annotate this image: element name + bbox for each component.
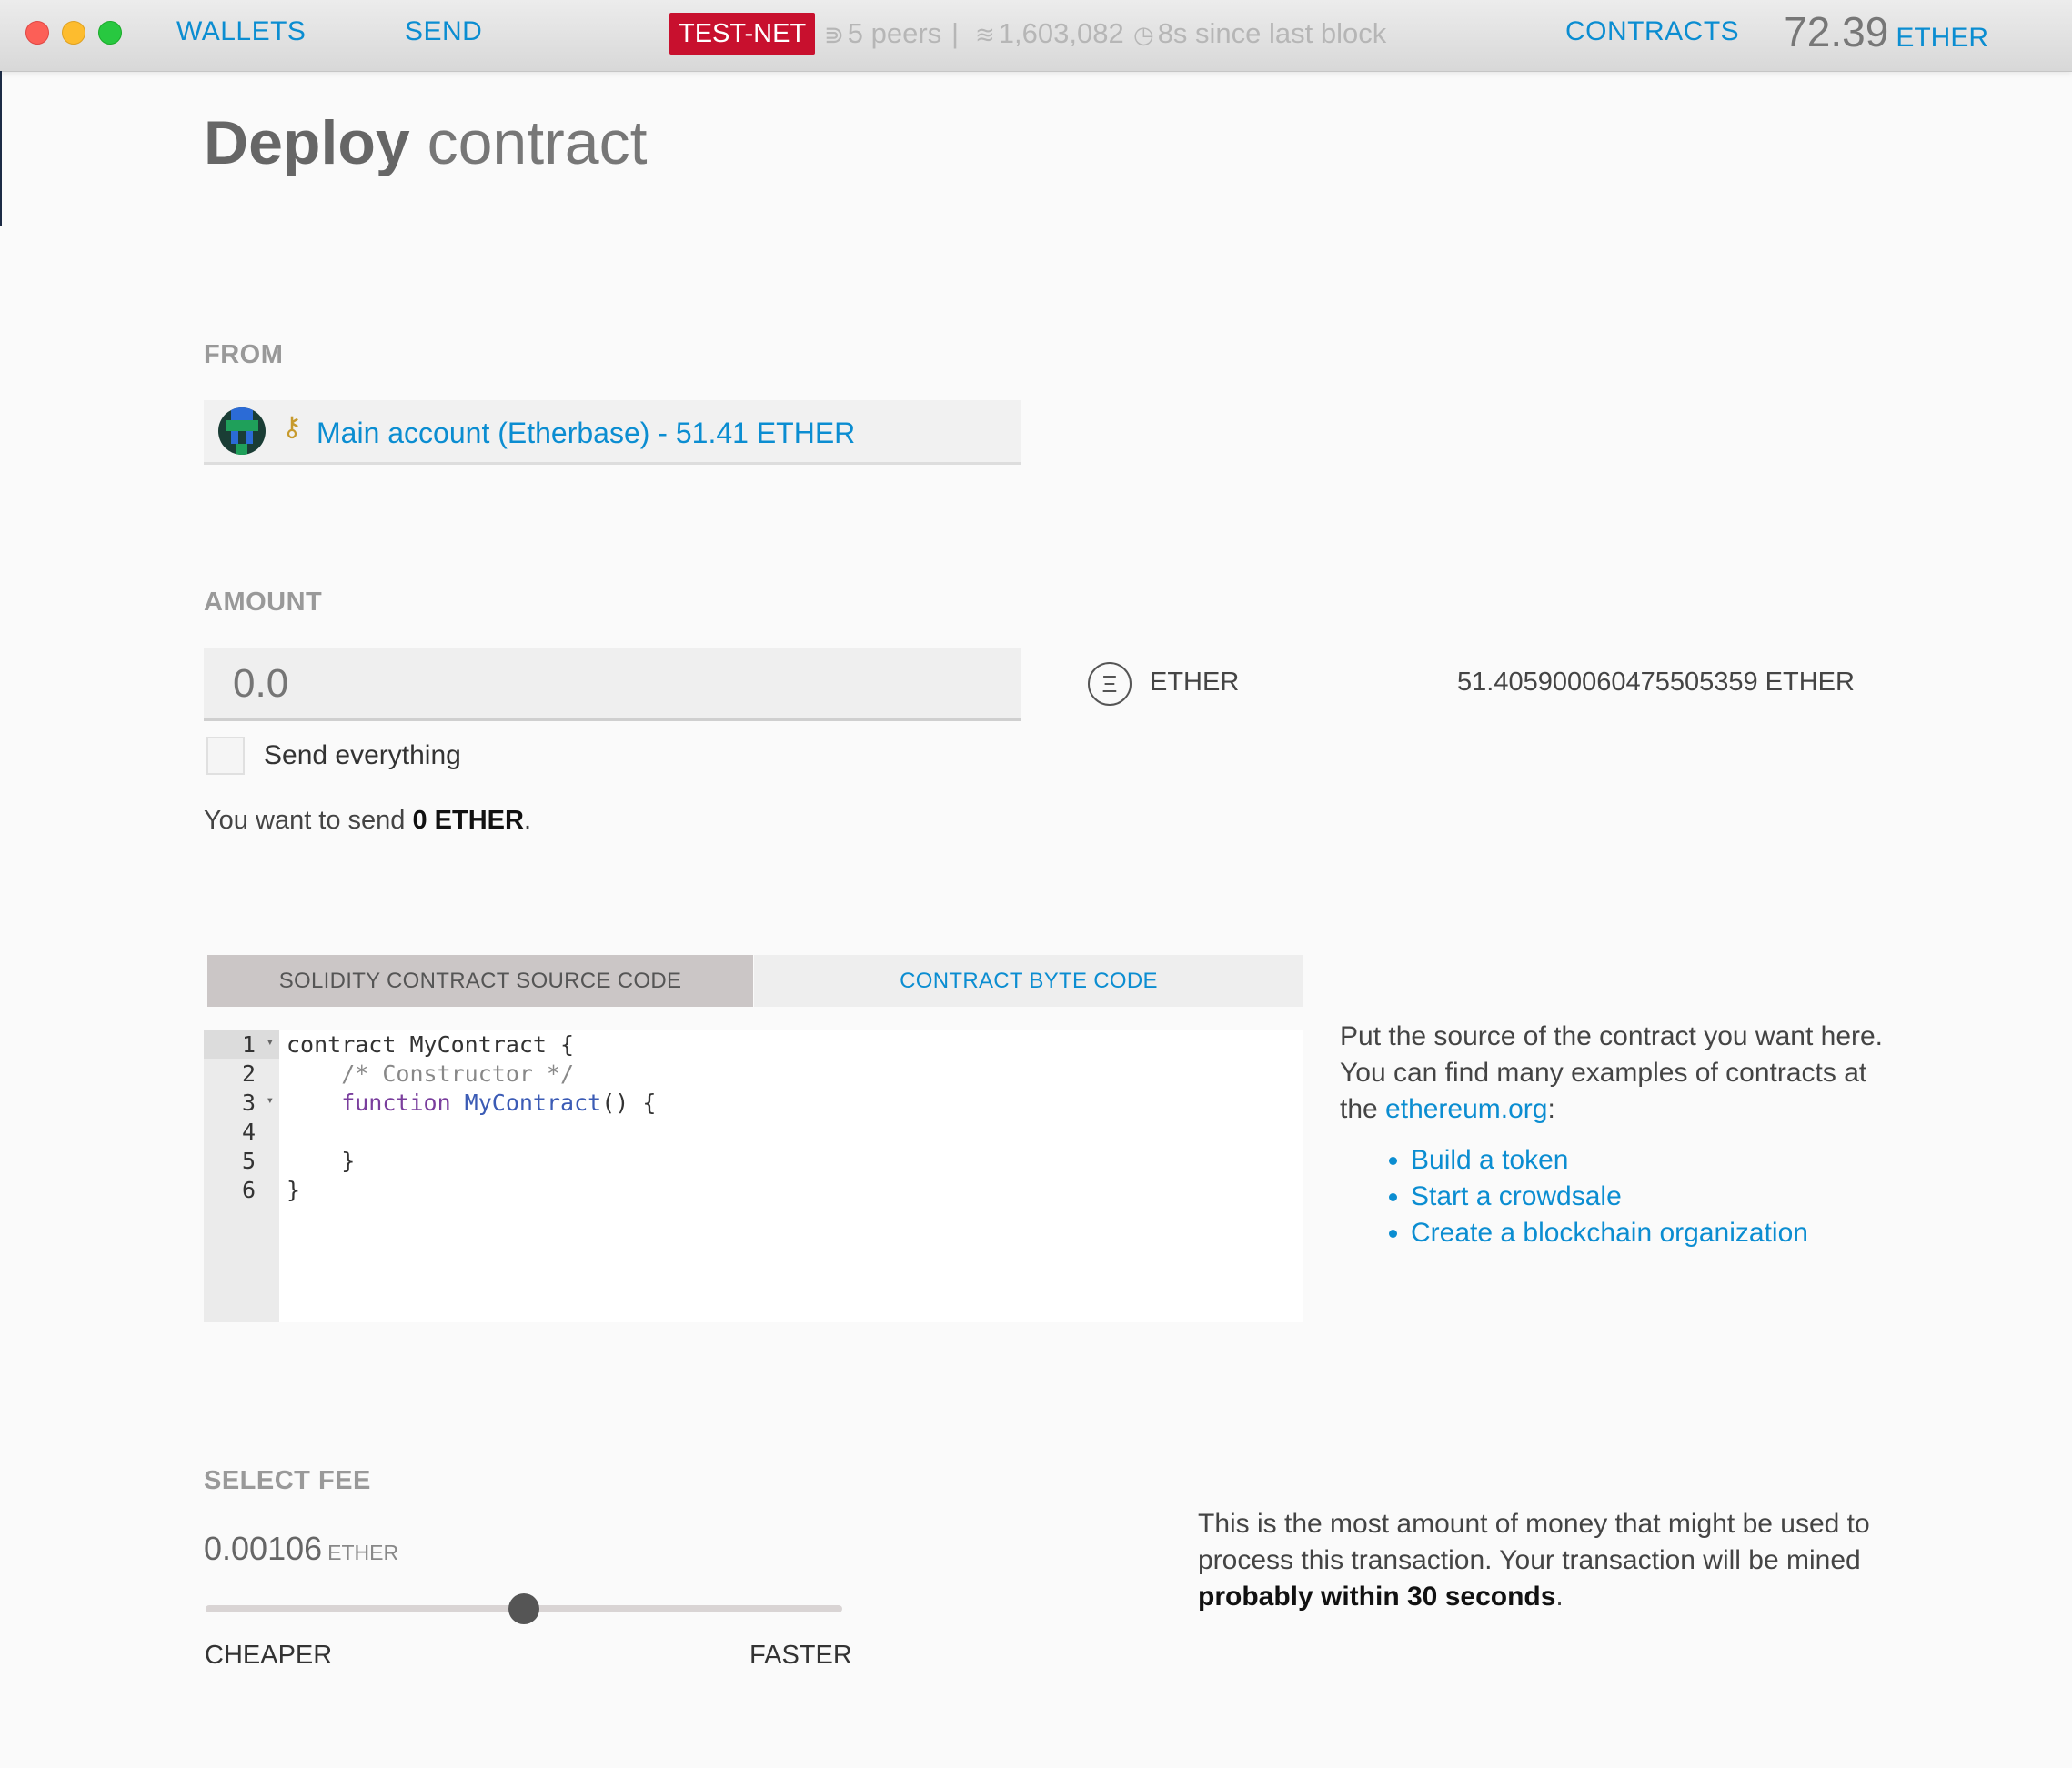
example-link-build-token[interactable]: Build a token	[1411, 1142, 1886, 1179]
fee-value: 0.00106	[204, 1530, 323, 1567]
peers-count: 5 peers	[847, 17, 942, 49]
nav-contracts[interactable]: CONTRACTS	[1565, 16, 1739, 47]
code-line[interactable]: }	[287, 1148, 355, 1177]
cheaper-label: CHEAPER	[205, 1641, 333, 1670]
mining-estimate: probably within 30 seconds	[1198, 1582, 1556, 1612]
example-list: Build a token Start a crowdsale Create a…	[1340, 1142, 1886, 1251]
from-label: FROM	[204, 340, 284, 369]
status-separator: |	[951, 17, 960, 49]
send-everything-label[interactable]: Send everything	[264, 740, 461, 771]
close-window-button[interactable]	[25, 21, 49, 45]
ether-currency-icon[interactable]: Ξ	[1088, 662, 1132, 706]
window-edge	[0, 71, 2, 226]
contract-help: Put the source of the contract you want …	[1340, 1019, 1886, 1251]
fold-arrow-icon[interactable]: ▾	[267, 1093, 274, 1108]
signal-icon: ⋑	[824, 21, 844, 48]
page-title-rest: contract	[409, 108, 648, 177]
currency-label[interactable]: ETHER	[1150, 668, 1239, 698]
block-number: 1,603,082	[998, 17, 1124, 49]
nav-wallets[interactable]: WALLETS	[176, 16, 306, 47]
minimize-window-button[interactable]	[62, 21, 85, 45]
editor-gutter: 1 ▾ 2 3 ▾ 4 5 6	[204, 1030, 279, 1322]
tab-solidity-source[interactable]: SOLIDITY CONTRACT SOURCE CODE	[207, 955, 753, 1007]
balance-unit: ETHER	[1896, 23, 1988, 53]
line-number: 5	[241, 1148, 256, 1174]
available-balance: 51.405900060475505359 ETHER	[1457, 668, 1855, 697]
example-link-organization[interactable]: Create a blockchain organization	[1411, 1215, 1886, 1251]
fee-unit: ETHER	[327, 1541, 399, 1564]
line-number: 1 ▾	[204, 1030, 279, 1059]
page-title-bold: Deploy	[204, 108, 410, 177]
line-number: 6	[241, 1177, 256, 1203]
code-line[interactable]: /* Constructor */	[287, 1060, 574, 1090]
example-link-crowdsale[interactable]: Start a crowdsale	[1411, 1179, 1886, 1215]
send-summary-value: 0 ETHER	[412, 806, 524, 835]
fee-amount: 0.00106 ETHER	[204, 1530, 398, 1568]
send-summary-prefix: You want to send	[204, 806, 413, 835]
clock-icon: ◷	[1133, 21, 1154, 48]
tab-byte-code[interactable]: CONTRACT BYTE CODE	[754, 955, 1303, 1007]
from-account-name: Main account (Etherbase) - 51.41 ETHER	[317, 417, 856, 449]
send-everything-checkbox[interactable]	[206, 737, 245, 775]
zoom-window-button[interactable]	[98, 21, 122, 45]
code-line[interactable]: }	[287, 1177, 300, 1206]
last-block-status: ◷ 8s since last block	[1133, 17, 1386, 50]
title-bar: WALLETS SEND TEST-NET ⋑ 5 peers | ≋ 1,603,…	[0, 0, 2072, 72]
send-summary: You want to send 0 ETHER.	[204, 806, 531, 836]
ethereum-org-link[interactable]: ethereum.org	[1385, 1094, 1547, 1124]
amount-input[interactable]	[231, 660, 981, 708]
network-badge: TEST-NET	[669, 13, 816, 55]
account-identicon	[218, 407, 266, 455]
fold-arrow-icon[interactable]: ▾	[267, 1035, 274, 1050]
last-block-time: 8s since last block	[1157, 17, 1387, 49]
code-line[interactable]: contract MyContract {	[287, 1031, 574, 1060]
fee-slider-thumb[interactable]	[508, 1593, 539, 1624]
fee-explanation: This is the most amount of money that mi…	[1198, 1509, 1870, 1612]
amount-label: AMOUNT	[204, 588, 323, 617]
total-balance: 72.39 ETHER	[1784, 7, 1988, 56]
layers-icon: ≋	[975, 21, 995, 48]
line-number: 4	[241, 1119, 256, 1145]
amount-field-wrapper	[204, 648, 1021, 721]
peers-status: ⋑ 5 peers	[824, 17, 941, 50]
page-title: Deploy contract	[204, 107, 648, 178]
from-account-select[interactable]: ⚷ Main account (Etherbase) - 51.41 ETHER	[204, 400, 1021, 465]
send-summary-suffix: .	[523, 806, 532, 835]
key-icon: ⚷	[282, 412, 302, 442]
line-number: 2	[241, 1060, 256, 1087]
code-editor[interactable]: 1 ▾ 2 3 ▾ 4 5 6 contract MyContract { /* C…	[204, 1030, 1303, 1322]
line-number: 3 ▾	[241, 1090, 274, 1116]
faster-label: FASTER	[749, 1641, 852, 1670]
nav-send[interactable]: SEND	[405, 16, 482, 47]
block-status: ≋ 1,603,082	[975, 17, 1124, 50]
balance-value: 72.39	[1784, 8, 1889, 55]
fee-label: SELECT FEE	[204, 1466, 371, 1495]
code-line[interactable]: function MyContract() {	[287, 1090, 656, 1119]
